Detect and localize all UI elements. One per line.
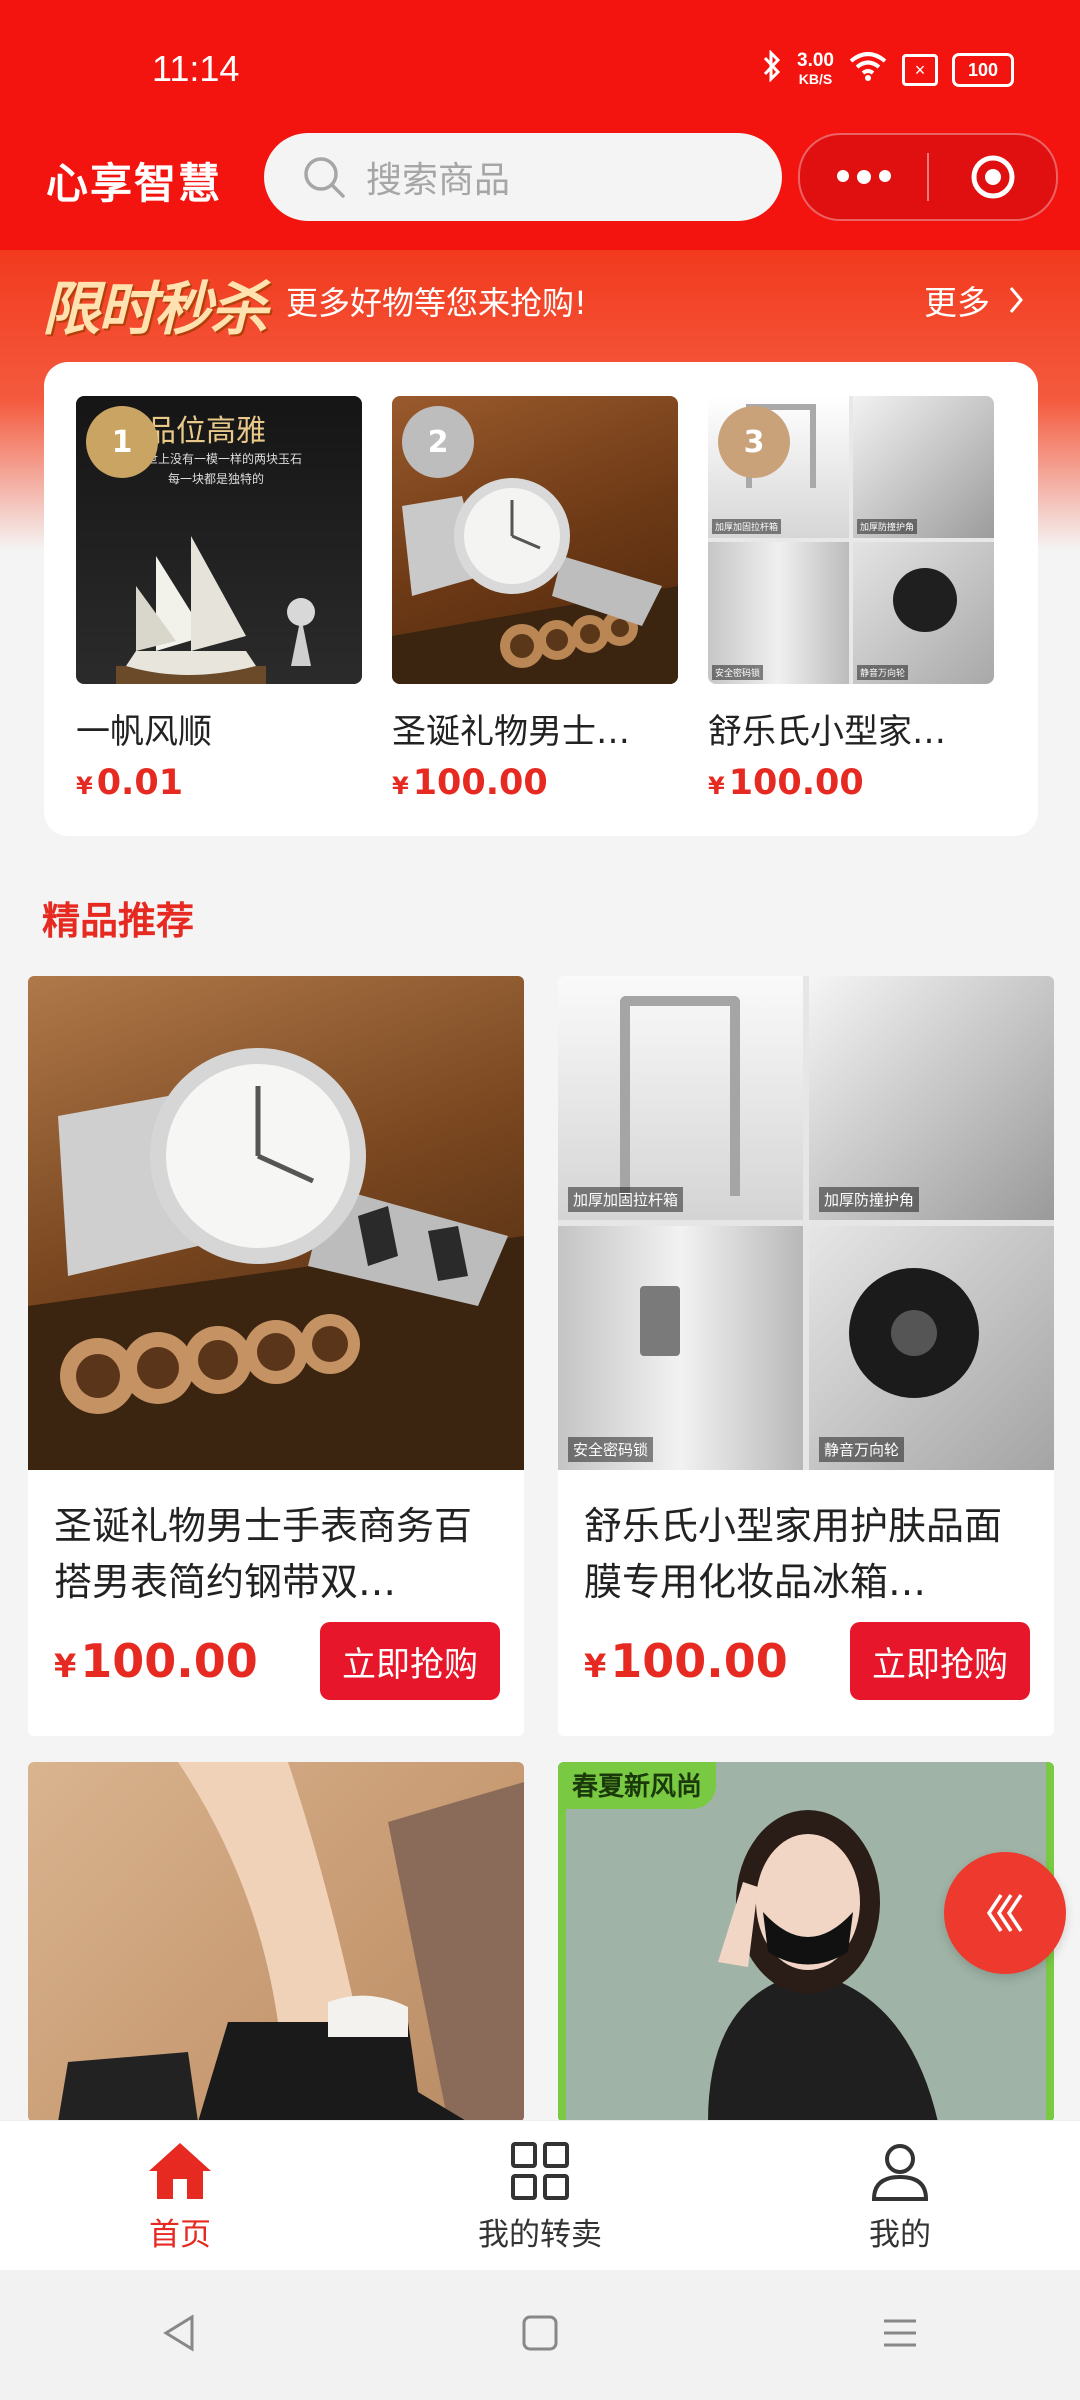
boots-image-icon: [58, 1762, 524, 2122]
bottom-tab-bar: 首页 我的转卖 我的: [0, 2120, 1080, 2271]
flash-item-price: ¥0.01: [76, 763, 184, 803]
tab-mine[interactable]: 我的: [720, 2121, 1080, 2271]
product-image: 加厚加固拉杆箱 加厚防撞护角 安全密码锁 静音万向轮 3: [708, 396, 994, 684]
home-button[interactable]: [520, 2313, 560, 2357]
chevron-right-icon: [1009, 287, 1023, 313]
system-nav-bar: [0, 2270, 1080, 2400]
back-button[interactable]: [160, 2313, 200, 2357]
status-icons: 3.00 KB/S × 100: [761, 49, 1014, 90]
status-time: 11:14: [152, 48, 240, 89]
product-card[interactable]: 圣诞礼物男士手表商务百搭男表简约钢带双… ¥100.00 立即抢购: [28, 976, 524, 1736]
tab-resale[interactable]: 我的转卖: [360, 2121, 720, 2271]
user-icon: [871, 2144, 929, 2201]
battery-icon: 100: [952, 53, 1014, 87]
product-image: 2: [392, 396, 678, 684]
flash-item[interactable]: 加厚加固拉杆箱 加厚防撞护角 安全密码锁 静音万向轮 3 舒乐氏小型家… ¥10…: [708, 396, 994, 803]
watch-image-icon: [28, 1048, 524, 1470]
promo-tag: 春夏新风尚: [558, 1762, 717, 1809]
tab-label: 我的转卖: [478, 2217, 602, 2253]
image-caption-line2: 每一块都是独特的: [168, 472, 265, 486]
buy-now-button[interactable]: 立即抢购: [850, 1622, 1030, 1700]
flash-more-link[interactable]: 更多: [924, 276, 1024, 324]
no-sim-icon: ×: [902, 54, 938, 86]
flash-item[interactable]: 2 圣诞礼物男士… ¥100.00: [392, 396, 678, 803]
speed-value: 3.00: [797, 50, 834, 71]
menu-lines-icon: [884, 2319, 916, 2347]
search-input[interactable]: 搜索商品: [264, 133, 782, 221]
search-icon: [302, 155, 346, 199]
product-price: ¥100.00: [54, 1634, 258, 1688]
flash-item[interactable]: 品位高雅 世上没有一模一样的两块玉石 每一块都是独特的 1 一帆风顺 ¥0.01: [76, 396, 362, 803]
tab-label: 我的: [869, 2217, 931, 2253]
product-title: 圣诞礼物男士手表商务百搭男表简约钢带双…: [54, 1504, 473, 1604]
jade-boat-icon: [116, 536, 315, 684]
tab-home[interactable]: 首页: [0, 2121, 360, 2271]
chevrons-left-icon: [986, 1894, 1023, 1932]
product-title: 舒乐氏小型家用护肤品面膜专用化妆品冰箱…: [584, 1504, 1003, 1604]
rank-medal: 3: [718, 406, 790, 478]
miniprogram-capsule: [798, 133, 1058, 221]
more-menu-button[interactable]: [800, 170, 927, 184]
speed-unit: KB/S: [798, 71, 833, 87]
more-label: 更多: [924, 283, 990, 322]
back-triangle-icon: [163, 2314, 194, 2352]
flash-sale-card: 品位高雅 世上没有一模一样的两块玉石 每一块都是独特的 1 一帆风顺 ¥0.01: [44, 362, 1038, 836]
floating-menu-button[interactable]: [944, 1852, 1066, 1974]
search-placeholder: 搜索商品: [366, 160, 511, 201]
flash-sale-logo: 限时秒杀: [42, 275, 268, 343]
flash-item-price: ¥100.00: [708, 763, 864, 803]
header-bar: 11:14 3.00 KB/S × 100 心享智慧 搜索商品: [0, 0, 1080, 250]
flash-item-name: 圣诞礼物男士…: [392, 712, 630, 752]
recents-button[interactable]: [880, 2313, 920, 2357]
close-miniprogram-button[interactable]: [929, 153, 1056, 201]
product-image: 加厚加固拉杆箱 加厚防撞护角 安全密码锁 静音万向轮: [558, 976, 1054, 1470]
flash-item-name: 舒乐氏小型家…: [708, 712, 946, 752]
product-card[interactable]: [28, 1762, 524, 2122]
image-caption: 品位高雅: [146, 414, 266, 449]
rank-medal: 2: [402, 406, 474, 478]
grid-icon: [511, 2142, 569, 2200]
home-icon: [149, 2143, 211, 2199]
flash-item-name: 一帆风顺: [76, 712, 212, 752]
brand-title: 心享智慧: [46, 159, 223, 208]
tab-label: 首页: [149, 2217, 211, 2253]
product-image: [28, 976, 524, 1470]
network-speed: 3.00 KB/S: [797, 50, 834, 88]
home-square-icon: [522, 2315, 558, 2351]
bluetooth-icon: [761, 49, 783, 90]
product-price: ¥100.00: [584, 1634, 788, 1688]
wifi-icon: [848, 51, 888, 89]
product-image: [28, 1762, 524, 2122]
section-title: 精品推荐: [42, 899, 195, 943]
product-image: 品位高雅 世上没有一模一样的两块玉石 每一块都是独特的 1: [76, 396, 362, 684]
rank-medal: 1: [86, 406, 158, 478]
product-card[interactable]: 加厚加固拉杆箱 加厚防撞护角 安全密码锁 静音万向轮 舒乐氏小型家用护肤品面膜专…: [558, 976, 1054, 1736]
flash-sale-subtitle: 更多好物等您来抢购!: [286, 284, 587, 322]
image-caption-line1: 世上没有一模一样的两块玉石: [146, 452, 303, 466]
buy-now-button[interactable]: 立即抢购: [320, 1622, 500, 1700]
target-icon: [971, 155, 1014, 199]
flash-item-price: ¥100.00: [392, 763, 548, 803]
